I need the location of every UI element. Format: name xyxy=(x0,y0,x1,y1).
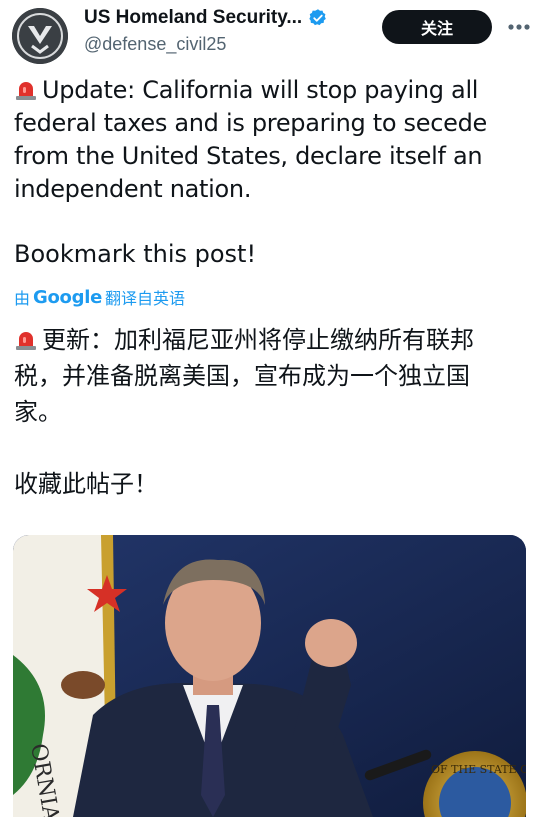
tweet-line: from the United States, declare itself a… xyxy=(14,142,483,170)
user-handle[interactable]: @defense_civil25 xyxy=(84,34,226,55)
avatar[interactable] xyxy=(12,8,68,64)
google-logo-text: Google xyxy=(33,286,102,308)
verified-badge-icon xyxy=(309,9,327,26)
tweet-line: Update: California will stop paying all xyxy=(14,74,536,107)
display-name[interactable]: US Homeland Security... xyxy=(84,7,302,29)
tweet-header: US Homeland Security... @defense_civil25… xyxy=(0,0,546,66)
translated-line-text: 更新：加利福尼亚州将停止缴纳所有联邦 xyxy=(42,326,474,354)
press-conference-photo: ORNIA OF THE STATE OF xyxy=(13,535,526,817)
translated-body: 更新：加利福尼亚州将停止缴纳所有联邦 税，并准备脱离美国，宣布成为一个独立国 家… xyxy=(14,322,534,430)
follow-button[interactable]: 关注 xyxy=(382,10,492,44)
tweet-line-text: Update: California will stop paying all xyxy=(42,76,479,104)
tweet-body: Update: California will stop paying all … xyxy=(14,74,536,206)
tweet-line: independent nation. xyxy=(14,175,252,203)
translate-prefix: 由 xyxy=(14,289,31,308)
tweet-line: federal taxes and is preparing to secede xyxy=(14,109,487,137)
name-row: US Homeland Security... xyxy=(84,7,328,29)
shield-logo-icon xyxy=(12,8,68,64)
seal-text: OF THE STATE OF xyxy=(431,763,526,776)
rotating-light-emoji-icon xyxy=(16,332,36,350)
tweet-bookmark-line: Bookmark this post! xyxy=(14,240,257,268)
translated-line: 家。 xyxy=(14,398,62,426)
translated-bookmark-line: 收藏此帖子！ xyxy=(14,470,158,498)
translated-line: 税，并准备脱离美国，宣布成为一个独立国 xyxy=(14,362,470,390)
translate-suffix: 翻译自英语 xyxy=(105,289,186,308)
rotating-light-emoji-icon xyxy=(16,82,36,100)
tweet-media-photo[interactable]: ORNIA OF THE STATE OF xyxy=(13,535,526,817)
translated-line: 更新：加利福尼亚州将停止缴纳所有联邦 xyxy=(14,322,534,358)
translate-attribution[interactable]: 由 Google 翻译自英语 xyxy=(14,285,185,309)
more-options-icon[interactable] xyxy=(505,16,533,38)
